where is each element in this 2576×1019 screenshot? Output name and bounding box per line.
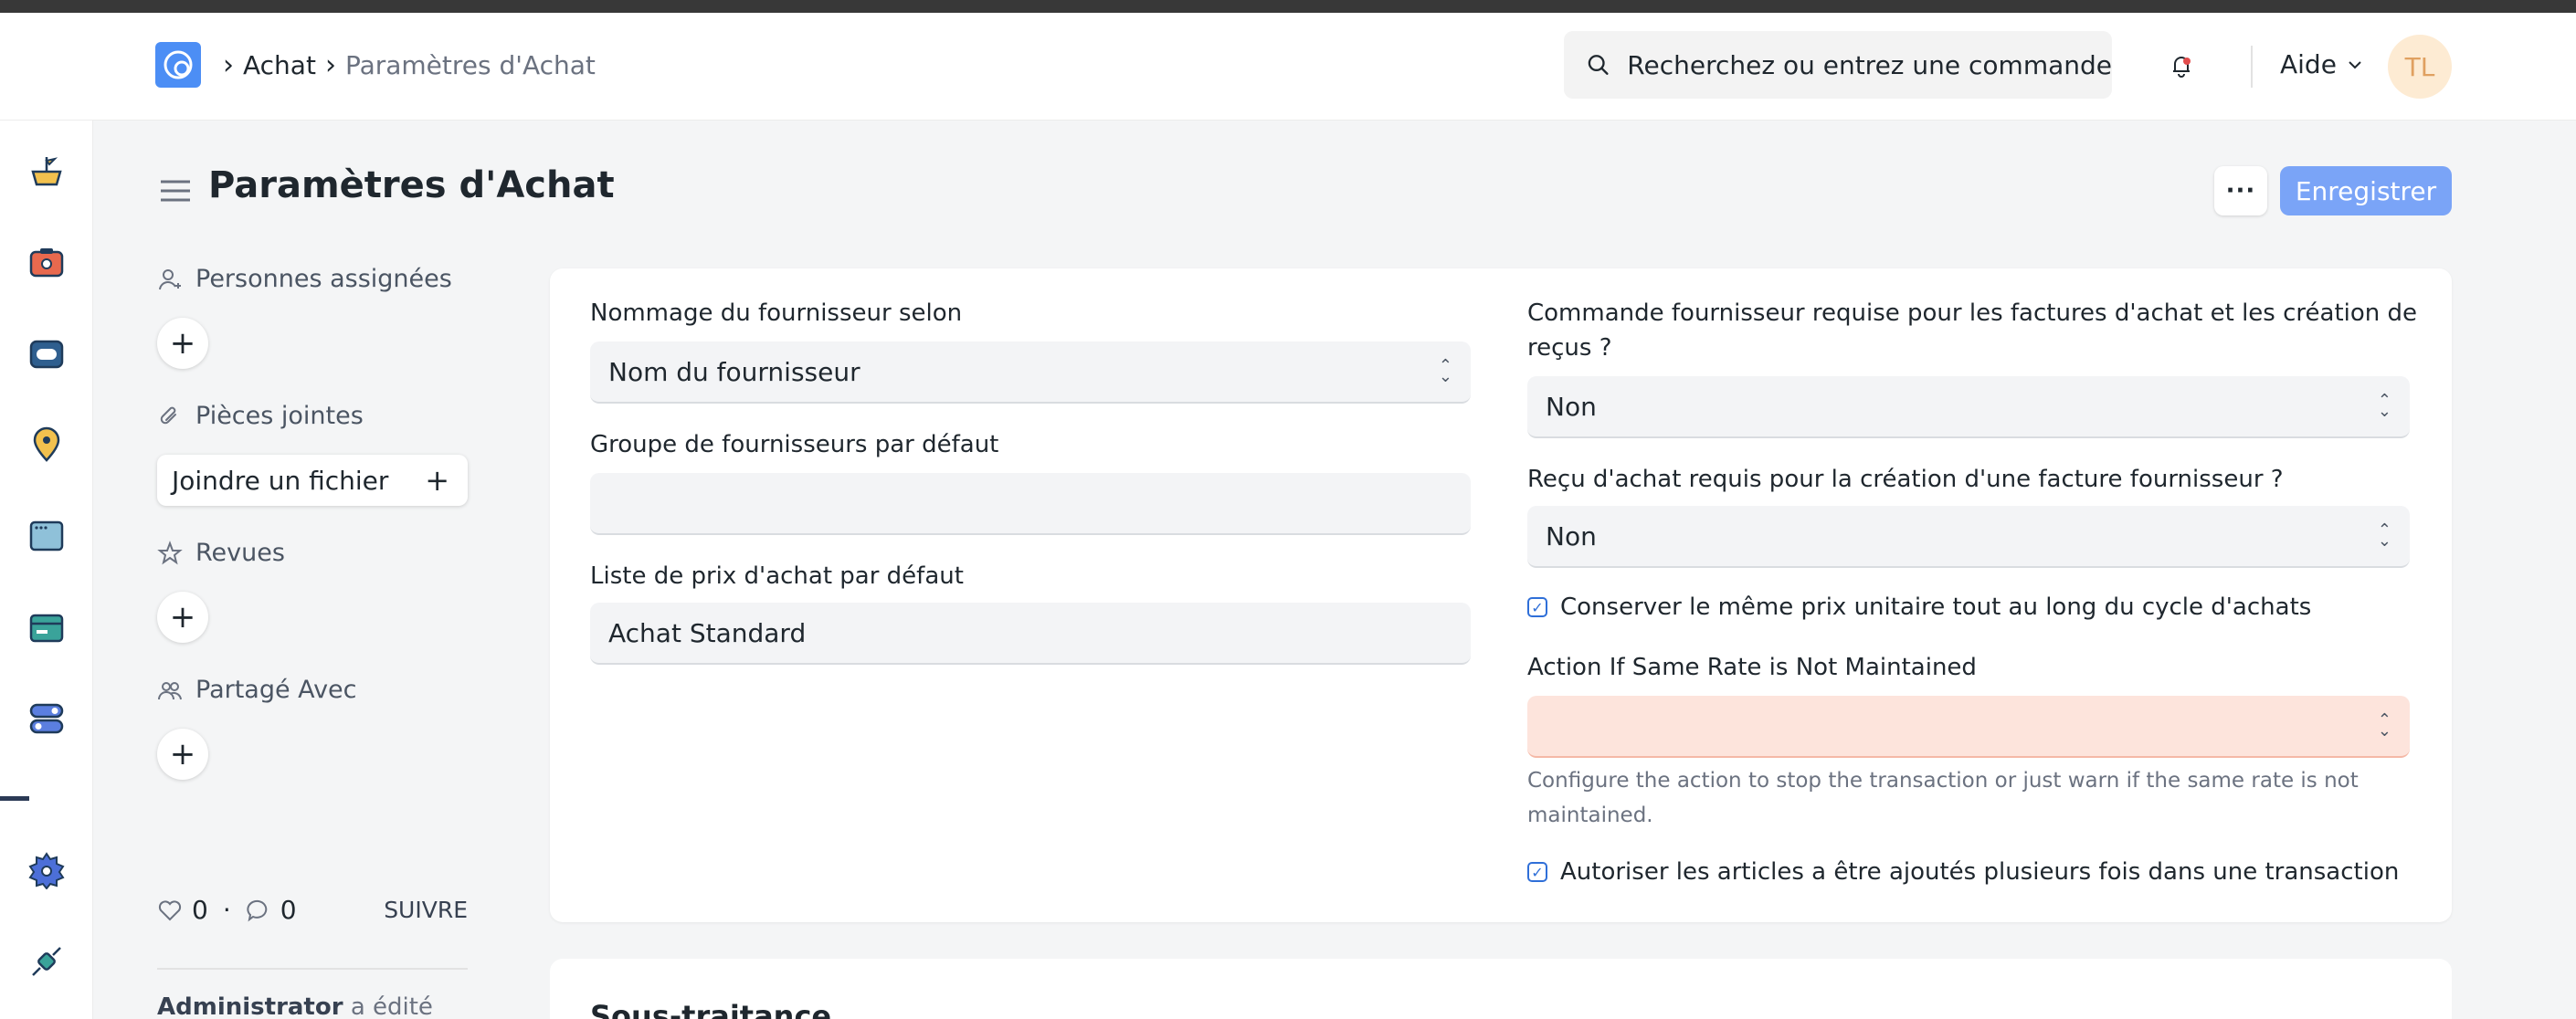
supplier-naming-value: Nom du fournisseur — [608, 356, 860, 387]
more-actions-button[interactable]: ··· — [2214, 166, 2267, 215]
supplier-naming-select[interactable]: Nom du fournisseur ⌃ ⌄ — [590, 341, 1471, 404]
search-bar[interactable]: Recherchez ou entrez une commande — [1564, 31, 2112, 99]
chevron-down-icon — [2349, 60, 2361, 68]
select-chevron-icon: ⌃ ⌄ — [2377, 391, 2391, 421]
heart-icon[interactable] — [157, 898, 183, 923]
po-required-select[interactable]: Non ⌃ ⌄ — [1527, 376, 2410, 438]
pr-required-value: Non — [1546, 520, 1597, 552]
breadcrumb-separator-icon: › — [223, 49, 234, 81]
user-add-icon — [159, 268, 181, 289]
card-icon[interactable] — [26, 606, 68, 648]
reviews-header: Revues — [157, 539, 285, 567]
plus-icon: + — [169, 599, 196, 636]
allow-multiple-items-checkbox[interactable]: ✓ Autoriser les articles a être ajoutés … — [1527, 858, 2399, 886]
settings-form-card: Nommage du fournisseur selon Nom du four… — [550, 268, 2452, 922]
search-input[interactable]: Recherchez ou entrez une commande — [1627, 50, 2112, 80]
avatar[interactable]: TL — [2388, 35, 2452, 99]
attach-file-label: Joindre un fichier — [172, 465, 389, 496]
help-label: Aide — [2280, 49, 2337, 79]
po-required-value: Non — [1546, 391, 1597, 422]
assigned-header: Personnes assignées — [157, 265, 452, 293]
gear-icon[interactable] — [26, 849, 68, 891]
search-icon — [1588, 55, 1609, 75]
likes-count: 0 — [192, 895, 208, 925]
navbar-divider — [2251, 46, 2253, 88]
breadcrumb-parent[interactable]: Achat — [243, 50, 316, 80]
pr-required-select[interactable]: Non ⌃ ⌄ — [1527, 506, 2410, 568]
inbox-icon[interactable] — [26, 332, 68, 374]
default-supplier-group-label: Groupe de fournisseurs par défaut — [590, 431, 999, 458]
select-chevron-icon: ⌃ ⌄ — [2377, 710, 2391, 741]
select-chevron-icon: ⌃ ⌄ — [1438, 356, 1452, 386]
default-price-list-value: Achat Standard — [608, 617, 807, 648]
activity-user[interactable]: Administrator — [157, 993, 343, 1019]
save-button[interactable]: Enregistrer — [2280, 166, 2452, 215]
default-price-list-label: Liste de prix d'achat par défaut — [590, 562, 964, 590]
menu-icon[interactable] — [159, 177, 192, 208]
follow-button[interactable]: SUIVRE — [384, 897, 468, 923]
same-rate-action-select[interactable]: ⌃ ⌄ — [1527, 696, 2410, 758]
paperclip-icon — [160, 406, 176, 424]
po-required-label: Commande fournisseur requise pour les fa… — [1527, 299, 2418, 362]
bell-icon[interactable] — [2167, 51, 2196, 84]
active-module-marker — [0, 796, 29, 801]
shared-label: Partagé Avec — [195, 676, 357, 704]
star-icon — [157, 540, 183, 564]
map-pin-icon[interactable] — [26, 424, 68, 466]
assigned-label: Personnes assignées — [195, 265, 452, 293]
allow-multiple-items-label: Autoriser les articles a être ajoutés pl… — [1560, 858, 2400, 886]
help-dropdown[interactable]: Aide — [2280, 49, 2364, 79]
activity-text: a édité — [350, 993, 433, 1019]
toggles-icon[interactable] — [26, 698, 68, 740]
add-review-button[interactable]: + — [157, 592, 208, 643]
plus-icon: + — [169, 325, 196, 362]
breadcrumb-separator-icon: › — [324, 49, 336, 81]
select-chevron-icon: ⌃ ⌄ — [2377, 520, 2391, 551]
breadcrumb-current[interactable]: Paramètres d'Achat — [345, 50, 596, 80]
attachments-header: Pièces jointes — [157, 402, 364, 430]
add-share-button[interactable]: + — [157, 729, 208, 780]
pr-required-label: Reçu d'achat requis pour la création d'u… — [1527, 466, 2284, 493]
maintain-rate-checkbox[interactable]: ✓ Conserver le même prix unitaire tout a… — [1527, 594, 2311, 621]
stats-separator: · — [222, 895, 231, 925]
activity-entry: Administrator a édité — [157, 993, 433, 1019]
app-logo-icon[interactable] — [155, 42, 201, 88]
supplier-naming-label: Nommage du fournisseur selon — [590, 299, 963, 327]
navbar: › Achat › Paramètres d'Achat Recherchez … — [0, 13, 2576, 121]
module-rail — [0, 121, 93, 1019]
subcontracting-section: Sous-traitance — [550, 959, 2452, 1019]
plus-icon: + — [169, 736, 196, 772]
plug-icon[interactable] — [26, 940, 68, 982]
attach-file-button[interactable]: Joindre un fichier + — [157, 455, 468, 506]
check-icon[interactable]: ✓ — [1527, 862, 1547, 882]
maintain-rate-label: Conserver le même prix unitaire tout au … — [1560, 594, 2312, 621]
plus-icon: + — [425, 463, 449, 498]
default-price-list-input[interactable]: Achat Standard — [590, 603, 1471, 665]
same-rate-action-label: Action If Same Rate is Not Maintained — [1527, 654, 1977, 681]
default-supplier-group-input[interactable] — [590, 473, 1471, 535]
comments-count: 0 — [280, 895, 297, 925]
comment-icon[interactable] — [246, 898, 271, 923]
plant-icon[interactable] — [26, 150, 68, 192]
add-assignee-button[interactable]: + — [157, 318, 208, 369]
camera-icon[interactable] — [26, 241, 68, 283]
page-title: Paramètres d'Achat — [208, 164, 615, 206]
sidebar-divider — [157, 968, 468, 970]
section-title: Sous-traitance — [590, 999, 832, 1019]
shared-header: Partagé Avec — [157, 676, 357, 704]
window-icon[interactable] — [26, 515, 68, 557]
window-top-strip — [0, 0, 2576, 13]
attachments-label: Pièces jointes — [195, 402, 364, 430]
check-icon[interactable]: ✓ — [1527, 597, 1547, 617]
same-rate-action-help: Configure the action to stop the transac… — [1527, 769, 2359, 827]
breadcrumb: › Achat › Paramètres d'Achat — [223, 49, 596, 81]
reviews-label: Revues — [195, 539, 285, 567]
users-icon — [158, 681, 182, 699]
engagement-stats: 0 · 0 SUIVRE — [157, 895, 468, 925]
